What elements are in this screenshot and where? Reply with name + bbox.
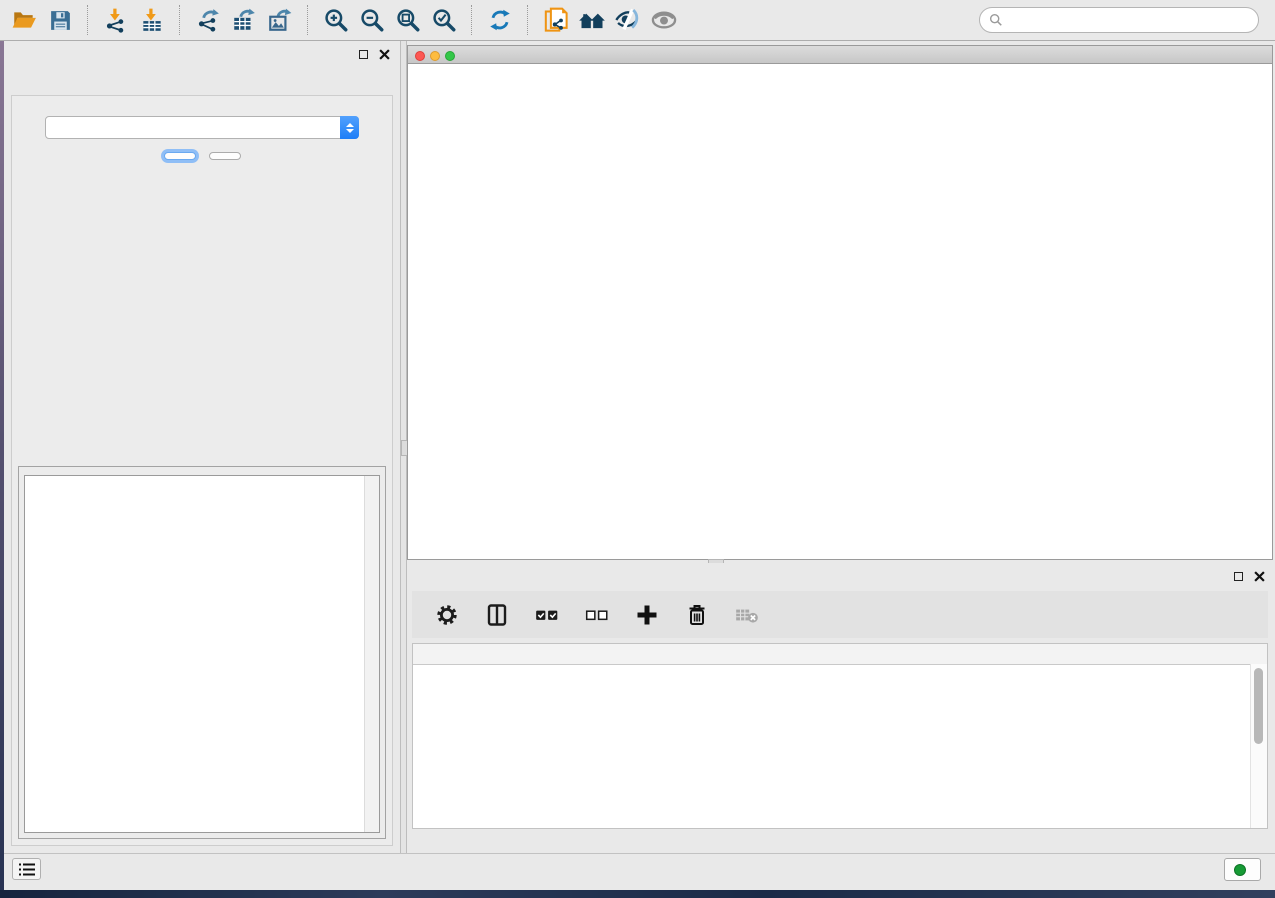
close-panel-icon[interactable] xyxy=(1254,571,1265,582)
mcds-result-group xyxy=(18,466,386,839)
add-column-icon[interactable] xyxy=(632,600,662,630)
close-window-icon[interactable] xyxy=(415,51,425,61)
export-network-icon[interactable] xyxy=(193,5,223,35)
close-panel-icon[interactable] xyxy=(379,49,390,60)
toolbar-separator xyxy=(307,5,309,35)
select-all-columns-icon[interactable] xyxy=(532,600,562,630)
toolbar-separator xyxy=(471,5,473,35)
status-bar xyxy=(4,853,1275,882)
float-panel-icon[interactable] xyxy=(1234,572,1243,581)
table-scrollbar[interactable] xyxy=(1250,664,1267,828)
float-panel-icon[interactable] xyxy=(359,50,368,59)
memory-button[interactable] xyxy=(1224,858,1261,881)
show-panels-button[interactable] xyxy=(12,858,41,880)
settings-gear-icon[interactable] xyxy=(432,600,462,630)
toolbar-separator xyxy=(179,5,181,35)
import-network-icon[interactable] xyxy=(101,5,131,35)
application-window xyxy=(0,0,1275,890)
node-table xyxy=(412,643,1268,829)
show-details-icon[interactable] xyxy=(649,5,679,35)
table-panel-titlebar xyxy=(407,563,1275,589)
search-box xyxy=(979,7,1259,33)
delete-table-icon xyxy=(732,600,762,630)
zoom-selected-icon[interactable] xyxy=(429,5,459,35)
network-window-titlebar[interactable] xyxy=(408,46,1272,64)
unselect-all-columns-icon[interactable] xyxy=(582,600,612,630)
scrollbar-thumb[interactable] xyxy=(1254,668,1263,744)
home-networks-icon[interactable] xyxy=(577,5,607,35)
close-panel-button[interactable] xyxy=(209,152,241,160)
delete-column-icon[interactable] xyxy=(682,600,712,630)
zoom-in-icon[interactable] xyxy=(321,5,351,35)
zoom-window-icon[interactable] xyxy=(445,51,455,61)
search-input[interactable] xyxy=(1009,12,1249,29)
columns-icon[interactable] xyxy=(482,600,512,630)
open-file-icon[interactable] xyxy=(9,5,39,35)
optimization-criterion-select[interactable] xyxy=(45,116,359,139)
open-in-ndex-icon[interactable] xyxy=(541,5,571,35)
hide-details-icon[interactable] xyxy=(613,5,643,35)
search-icon xyxy=(989,13,1003,27)
control-panel xyxy=(4,41,400,862)
list-icon xyxy=(19,863,35,876)
mcds-result-list[interactable] xyxy=(24,475,380,833)
refresh-view-icon[interactable] xyxy=(485,5,515,35)
mcds-list-scrollbar[interactable] xyxy=(364,476,379,832)
minimize-window-icon[interactable] xyxy=(430,51,440,61)
import-table-icon[interactable] xyxy=(137,5,167,35)
network-view-window xyxy=(407,45,1273,560)
main-toolbar xyxy=(0,0,1275,41)
table-panel xyxy=(407,563,1275,858)
export-table-icon[interactable] xyxy=(229,5,259,35)
zoom-fit-icon[interactable] xyxy=(393,5,423,35)
table-header-row xyxy=(413,644,1267,665)
export-image-icon[interactable] xyxy=(265,5,295,35)
select-stepper-icon xyxy=(340,116,359,139)
vertical-splitter[interactable] xyxy=(400,41,407,862)
control-panel-titlebar xyxy=(4,41,400,67)
memory-status-icon xyxy=(1234,864,1246,876)
table-toolbar xyxy=(412,591,1268,638)
save-session-icon[interactable] xyxy=(45,5,75,35)
zoom-out-icon[interactable] xyxy=(357,5,387,35)
toolbar-separator xyxy=(527,5,529,35)
mcds-panel xyxy=(11,95,393,846)
toolbar-separator xyxy=(87,5,89,35)
network-graph[interactable] xyxy=(408,63,1272,559)
run-mcds-button[interactable] xyxy=(164,152,196,160)
